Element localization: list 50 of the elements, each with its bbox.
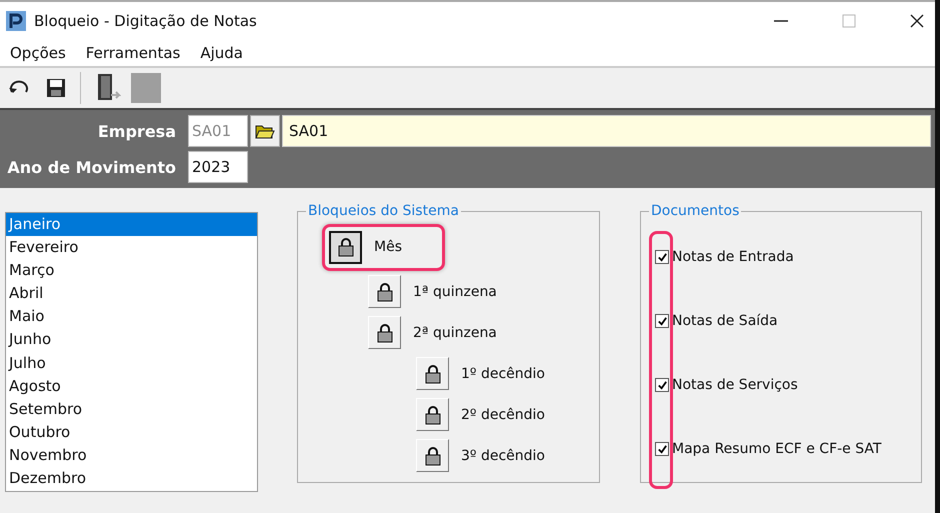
menu-item[interactable]: Opções	[10, 44, 66, 62]
group-title: Bloqueios do Sistema	[307, 203, 460, 219]
month-item[interactable]: Maio	[6, 305, 257, 328]
menu-item[interactable]: Ferramentas	[86, 44, 180, 62]
ano-field[interactable]: 2023	[188, 151, 248, 183]
lock-label: 1º decêndio	[461, 366, 545, 382]
padlock-icon	[336, 237, 356, 257]
app-logo-icon	[6, 11, 26, 31]
lock-button[interactable]	[329, 230, 362, 264]
empresa-name-field[interactable]: SA01	[282, 115, 931, 147]
padlock-icon	[422, 364, 442, 384]
checkbox-label: Notas de Serviços	[672, 377, 798, 393]
empresa-label: Empresa	[96, 122, 177, 140]
checkbox[interactable]	[655, 314, 669, 328]
month-item[interactable]: Setembro	[6, 398, 257, 421]
empresa-code-field[interactable]: SA01	[188, 115, 248, 147]
lock-label: 1ª quinzena	[413, 284, 497, 300]
checkbox-label: Notas de Saída	[672, 313, 778, 329]
group-title: Documentos	[650, 203, 740, 219]
lock-label: 2º decêndio	[461, 406, 545, 422]
month-item[interactable]: Abril	[6, 282, 257, 306]
month-item[interactable]: Agosto	[6, 374, 257, 398]
lock-label: 2ª quinzena	[413, 324, 497, 340]
save-icon[interactable]	[46, 78, 66, 98]
window-title: Bloqueio - Digitação de Notas	[34, 12, 257, 30]
close-icon[interactable]	[909, 13, 925, 29]
month-item[interactable]: Novembro	[6, 444, 257, 468]
lock-label: 3º decêndio	[461, 448, 545, 464]
checkbox-label: Notas de Entrada	[672, 249, 794, 265]
padlock-icon	[374, 322, 394, 342]
padlock-icon	[374, 282, 394, 302]
door-exit-icon[interactable]	[95, 73, 121, 103]
month-item[interactable]: Março	[6, 259, 257, 282]
month-item[interactable]: Fevereiro	[6, 236, 257, 260]
padlock-icon	[422, 404, 442, 424]
open-folder-button[interactable]	[250, 115, 280, 147]
menu-item[interactable]: Ajuda	[200, 44, 243, 62]
ano-label: Ano de Movimento	[6, 158, 177, 176]
month-item[interactable]: Outubro	[6, 420, 257, 444]
lock-label: Mês	[374, 239, 402, 255]
month-item[interactable]: Julho	[6, 352, 257, 375]
month-item[interactable]: Janeiro	[6, 213, 257, 236]
checkbox[interactable]	[655, 442, 669, 456]
folder-icon	[255, 123, 275, 139]
month-item[interactable]: Dezembro	[6, 467, 257, 490]
checkbox[interactable]	[655, 378, 669, 392]
padlock-icon	[422, 446, 442, 466]
checkbox-label: Mapa Resumo ECF e CF-e SAT	[672, 441, 882, 457]
checkbox[interactable]	[655, 250, 669, 264]
month-item[interactable]: Junho	[6, 328, 257, 352]
